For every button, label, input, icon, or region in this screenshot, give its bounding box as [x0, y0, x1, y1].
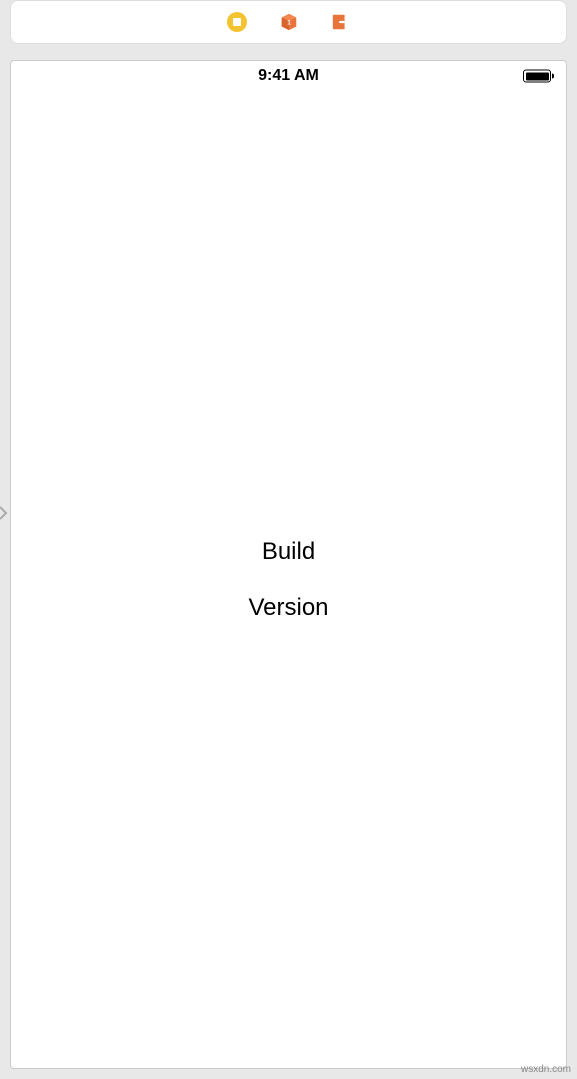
svg-text:1: 1: [287, 20, 291, 27]
status-bar: 9:41 AM: [11, 61, 566, 91]
exit-icon[interactable]: [330, 11, 352, 33]
watermark: wsxdn.com: [521, 1064, 571, 1075]
panel-chevron-icon[interactable]: [0, 505, 8, 521]
stop-icon[interactable]: [226, 11, 248, 33]
app-content: Build Version: [11, 91, 566, 1068]
version-label: Version: [248, 594, 328, 622]
cube-icon[interactable]: 1: [278, 11, 300, 33]
status-time: 9:41 AM: [258, 67, 319, 85]
battery-icon: [523, 70, 554, 83]
build-label: Build: [262, 538, 315, 566]
simulator-toolbar: 1: [10, 0, 567, 44]
simulator-frame: 9:41 AM Build Version: [10, 60, 567, 1069]
